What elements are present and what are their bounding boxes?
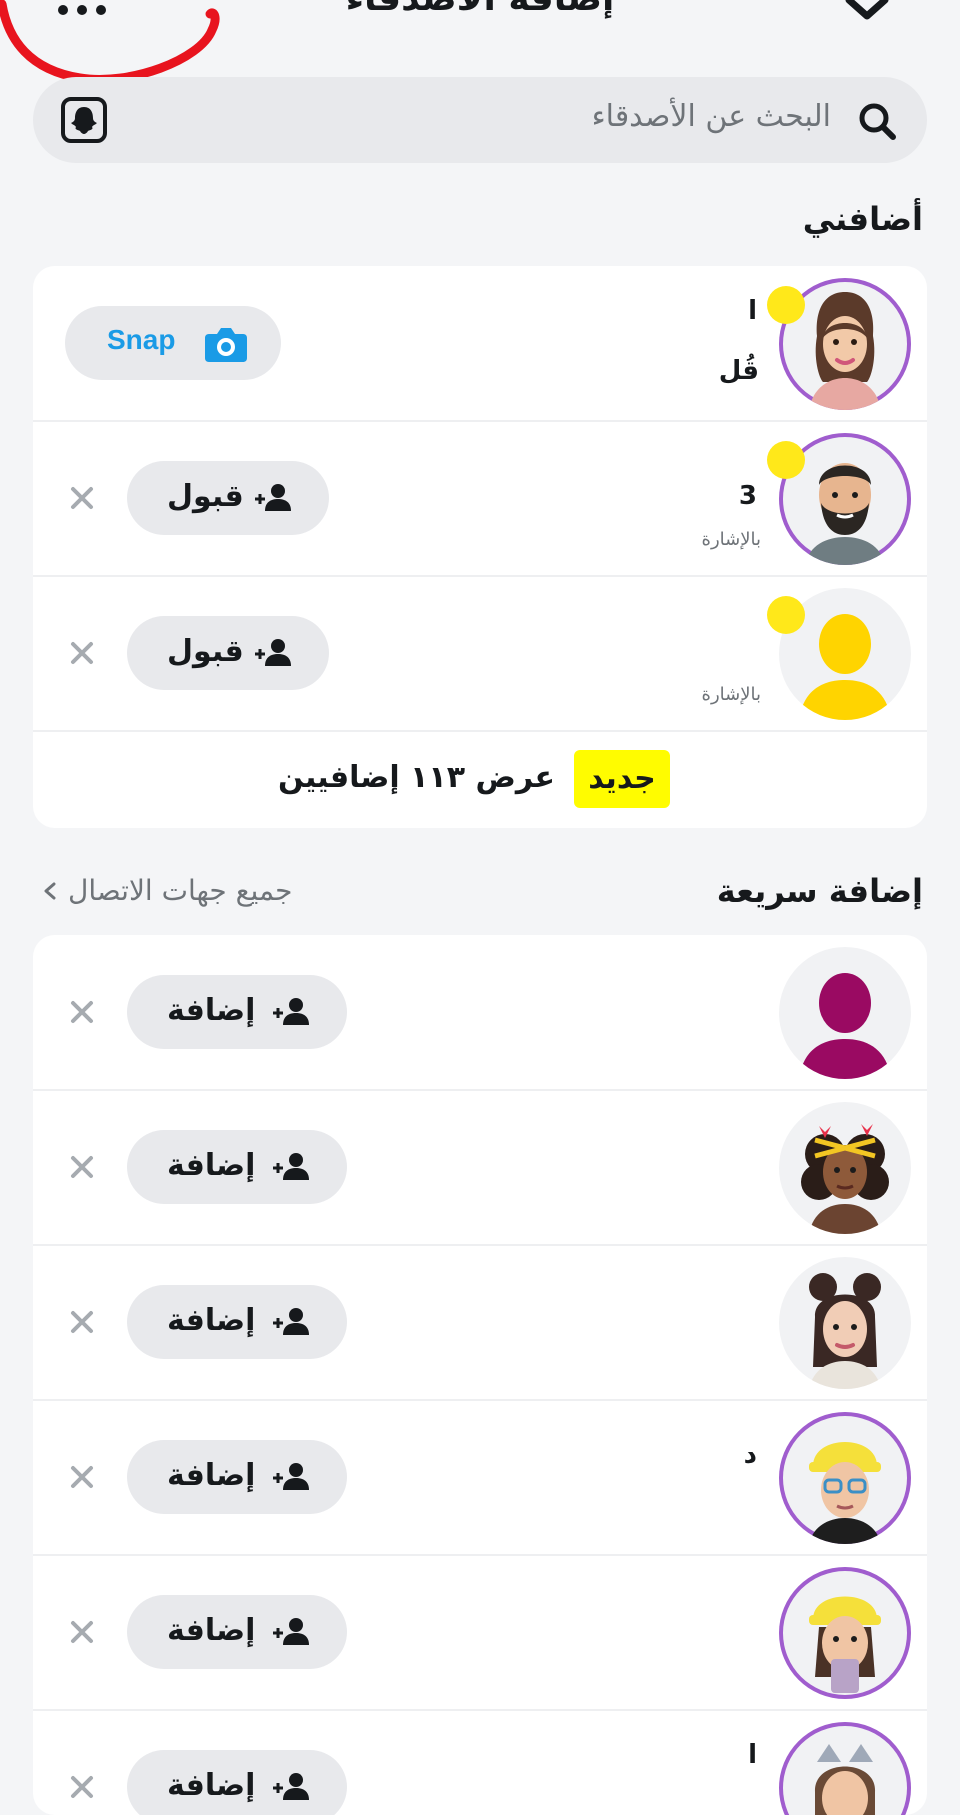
page-title: إضافة الأصدقاء: [0, 0, 960, 19]
unread-dot: [767, 286, 805, 324]
accept-button-label: قبول: [167, 634, 244, 669]
search-input[interactable]: البحث عن الأصدقاء: [592, 99, 831, 134]
avatar[interactable]: [779, 1412, 911, 1544]
friend-subtitle: قُل: [718, 356, 759, 386]
section-title-added-me: أضافني: [802, 200, 923, 238]
snap-button-label: Snap: [107, 324, 176, 355]
friend-name: ا: [748, 1740, 757, 1770]
section-title-quick-add: إضافة سريعة: [716, 872, 923, 910]
dismiss-icon[interactable]: [69, 1619, 95, 1645]
friend-subtitle: بالإشارة: [701, 529, 761, 550]
avatar[interactable]: [779, 1722, 911, 1815]
search-icon: [859, 103, 896, 140]
header: إضافة الأصدقاء: [0, 0, 960, 84]
add-button-label: إضافة: [167, 1458, 256, 1493]
bitmoji-cap-glasses-icon: [809, 1442, 881, 1544]
dismiss-icon[interactable]: [69, 485, 95, 511]
bitmoji-cap-phone-icon: [809, 1596, 881, 1693]
chevron-left-icon[interactable]: [42, 881, 58, 901]
add-button-label: إضافة: [167, 1768, 256, 1803]
avatar[interactable]: [779, 1257, 911, 1389]
avatar[interactable]: [779, 947, 911, 1079]
add-user-icon: [273, 1463, 309, 1490]
add-user-icon: [273, 1773, 309, 1800]
dismiss-icon[interactable]: [69, 1464, 95, 1490]
list-item[interactable]: د إضافة: [33, 1400, 927, 1555]
chevron-down-icon[interactable]: [844, 0, 890, 26]
snap-button[interactable]: Snap: [65, 306, 281, 380]
friend-name: ا: [748, 296, 757, 326]
list-item[interactable]: إضافة: [33, 1245, 927, 1400]
view-more-label: عرض ١١٣ إضافيين: [277, 760, 555, 795]
silhouette-icon: [799, 973, 891, 1079]
list-item[interactable]: ا قُل Snap: [33, 266, 927, 421]
add-user-icon: [255, 484, 291, 511]
search-bar[interactable]: البحث عن الأصدقاء: [33, 77, 927, 163]
bitmoji-wink-icon: [814, 1744, 876, 1815]
friend-subtitle: بالإشارة: [701, 684, 761, 705]
avatar[interactable]: [779, 1567, 911, 1699]
add-button-label: إضافة: [167, 1613, 256, 1648]
list-item[interactable]: إضافة: [33, 1090, 927, 1245]
list-item[interactable]: 3 بالإشارة قبول: [33, 421, 927, 576]
unread-dot: [767, 596, 805, 634]
add-button[interactable]: إضافة: [127, 975, 347, 1049]
add-button[interactable]: إضافة: [127, 1130, 347, 1204]
dismiss-icon[interactable]: [69, 640, 95, 666]
add-button-label: إضافة: [167, 993, 256, 1028]
add-button[interactable]: إضافة: [127, 1440, 347, 1514]
view-more-added-me[interactable]: جديد عرض ١١٣ إضافيين: [33, 750, 927, 810]
friend-name: 3: [738, 481, 757, 511]
list-item[interactable]: ا إضافة: [33, 1710, 927, 1815]
dismiss-icon[interactable]: [69, 999, 95, 1025]
camera-icon: [205, 328, 247, 362]
add-user-icon: [255, 639, 291, 666]
bitmoji-curly-hair-icon: [801, 1124, 889, 1234]
quick-add-card: إضافة إضافة إضافة د إضافة إضافة ا إضافة: [33, 935, 927, 1815]
add-user-icon: [273, 998, 309, 1025]
unread-dot: [767, 441, 805, 479]
add-user-icon: [273, 1153, 309, 1180]
dismiss-icon[interactable]: [69, 1774, 95, 1800]
new-badge: جديد: [574, 750, 670, 808]
added-me-card: ا قُل Snap 3 بالإشارة قبول بالإشارة قبول…: [33, 266, 927, 828]
avatar[interactable]: [779, 1102, 911, 1234]
accept-button-label: قبول: [167, 479, 244, 514]
list-item[interactable]: بالإشارة قبول: [33, 576, 927, 731]
list-item[interactable]: إضافة: [33, 1555, 927, 1710]
list-item[interactable]: إضافة: [33, 935, 927, 1090]
friend-name: د: [743, 1440, 757, 1470]
all-contacts-link[interactable]: جميع جهات الاتصال: [68, 874, 292, 907]
dismiss-icon[interactable]: [69, 1309, 95, 1335]
add-button[interactable]: إضافة: [127, 1595, 347, 1669]
add-button[interactable]: إضافة: [127, 1285, 347, 1359]
add-button-label: إضافة: [167, 1303, 256, 1338]
dismiss-icon[interactable]: [69, 1154, 95, 1180]
accept-button[interactable]: قبول: [127, 461, 329, 535]
add-button[interactable]: إضافة: [127, 1750, 347, 1815]
bitmoji-buns-icon: [809, 1273, 881, 1389]
divider: [33, 730, 927, 732]
add-user-icon: [273, 1618, 309, 1645]
add-button-label: إضافة: [167, 1148, 256, 1183]
snapcode-ghost-icon[interactable]: [61, 97, 107, 143]
accept-button[interactable]: قبول: [127, 616, 329, 690]
add-user-icon: [273, 1308, 309, 1335]
